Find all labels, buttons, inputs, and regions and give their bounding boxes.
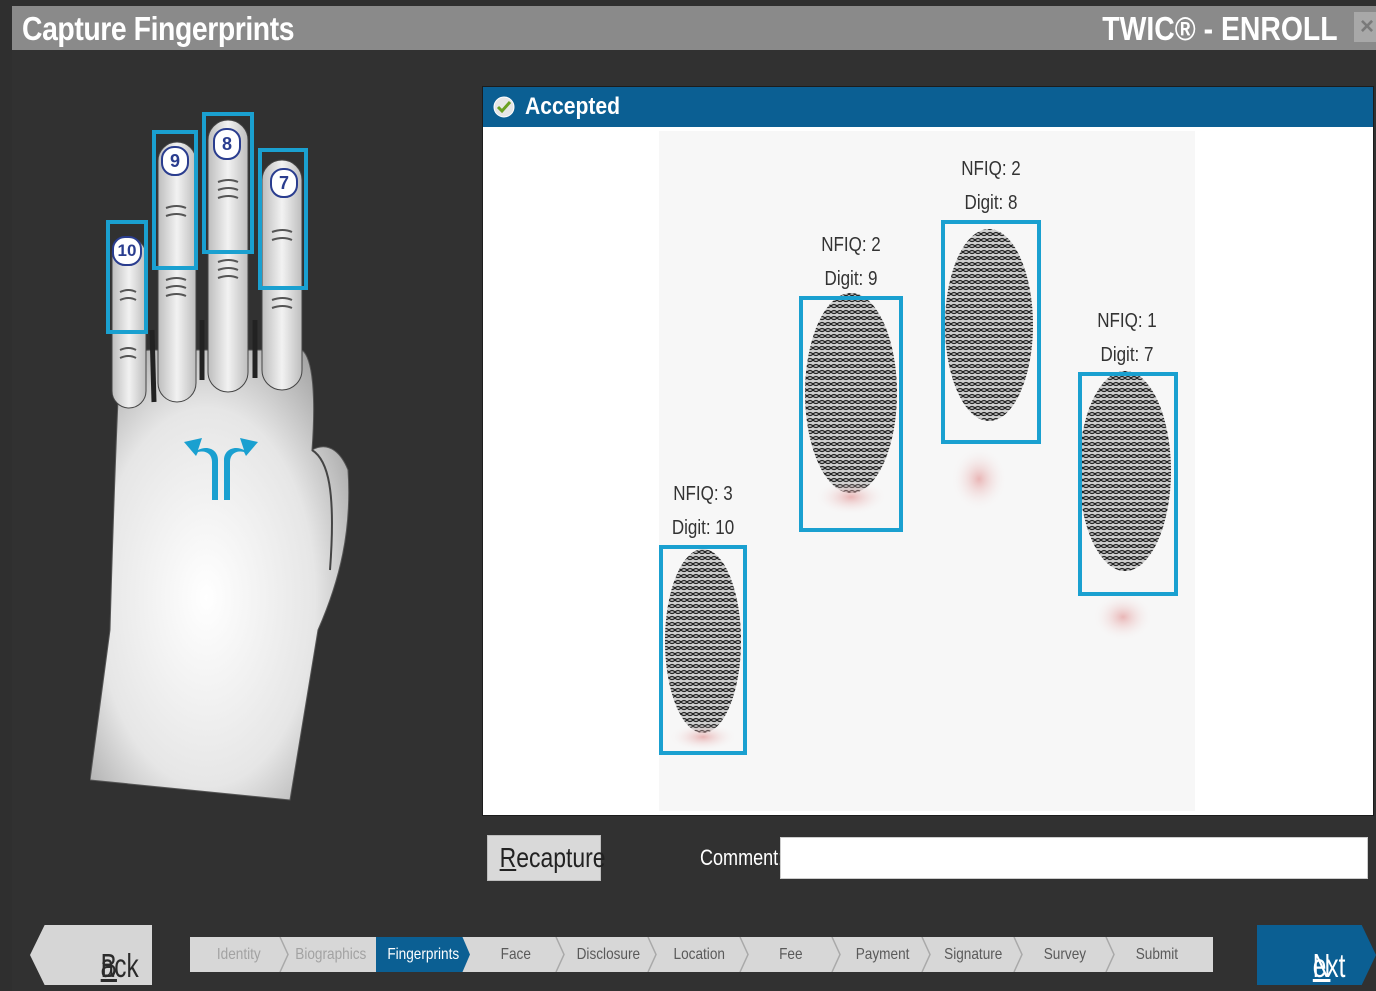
back-button[interactable]: Back — [30, 925, 152, 985]
step-label: Disclosure — [576, 946, 640, 963]
step-biographics[interactable]: Biographics — [282, 937, 380, 972]
step-separator-icon — [1105, 937, 1115, 972]
step-payment[interactable]: Payment — [836, 937, 930, 972]
digit-label: Digit: 10 — [671, 517, 735, 539]
fingerprint-digit-9 — [805, 293, 897, 515]
step-separator-icon — [279, 937, 289, 972]
step-label: Survey — [1043, 946, 1087, 963]
step-separator-icon — [831, 937, 841, 972]
step-label: Location — [673, 946, 725, 963]
step-survey[interactable]: Survey — [1018, 937, 1112, 972]
nfiq-score: NFIQ: 2 — [961, 158, 1021, 180]
digit-badge: 7 — [270, 168, 298, 198]
digit-badge: 8 — [213, 128, 241, 160]
nfiq-score: NFIQ: 3 — [673, 483, 733, 505]
step-label: Payment — [856, 946, 910, 963]
next-label: ext — [1312, 947, 1346, 984]
step-fingerprints[interactable]: Fingerprints — [376, 937, 470, 972]
app-brand: TWIC® - ENROLL — [1102, 10, 1338, 47]
step-separator-icon — [739, 937, 749, 972]
step-disclosure[interactable]: Disclosure — [560, 937, 656, 972]
nfiq-score: NFIQ: 2 — [821, 234, 881, 256]
back-label: ack — [100, 947, 139, 984]
nfiq-score: NFIQ: 1 — [1097, 310, 1157, 332]
fingerprint-digit-8 — [945, 229, 1033, 511]
step-separator-icon — [921, 937, 931, 972]
step-label: Face — [500, 946, 532, 963]
step-separator-icon — [555, 937, 565, 972]
comment-label: Comment: — [700, 845, 784, 870]
step-label: Identity — [217, 946, 261, 963]
recapture-label: ecapture — [516, 842, 606, 873]
digit-badge: 9 — [161, 146, 189, 176]
step-separator-icon — [1013, 937, 1023, 972]
fingerprint-viewer: Accepted NFIQ: 3 Digit: 10 NFIQ: 2 Digit… — [482, 86, 1374, 816]
recapture-mnemonic: R — [499, 842, 517, 873]
print-label-10: NFIQ: 3 Digit: 10 — [652, 477, 754, 545]
step-fee[interactable]: Fee — [744, 937, 838, 972]
fingerprint-digit-7 — [1079, 371, 1171, 641]
digit-label: Digit: 7 — [1100, 344, 1154, 366]
digit-label: Digit: 8 — [964, 192, 1018, 214]
print-label-9: NFIQ: 2 Digit: 9 — [800, 228, 902, 296]
step-location[interactable]: Location — [652, 937, 746, 972]
comment-input[interactable] — [780, 837, 1368, 879]
digit-badge: 10 — [112, 236, 142, 266]
print-label-8: NFIQ: 2 Digit: 8 — [940, 152, 1042, 220]
hand-diagram: 10 9 8 7 — [89, 110, 360, 810]
step-separator-icon — [647, 937, 657, 972]
close-button[interactable]: × — [1354, 12, 1376, 42]
step-label: Signature — [943, 946, 1003, 963]
step-submit[interactable]: Submit — [1110, 937, 1204, 972]
fingerprint-image — [659, 220, 1178, 755]
step-label: Fingerprints — [387, 946, 459, 963]
step-label: Submit — [1135, 946, 1179, 963]
fingerprint-digit-10 — [665, 549, 741, 751]
digit-label: Digit: 9 — [824, 268, 878, 290]
step-identity[interactable]: Identity — [190, 937, 288, 972]
step-label: Fee — [779, 946, 803, 963]
print-label-7: NFIQ: 1 Digit: 7 — [1076, 304, 1178, 372]
step-face[interactable]: Face — [468, 937, 564, 972]
progress-steps: Identity Biographics Fingerprints Face D… — [190, 937, 1213, 972]
next-button[interactable]: Next — [1257, 925, 1376, 985]
step-signature[interactable]: Signature — [926, 937, 1020, 972]
title-bar: Capture Fingerprints TWIC® - ENROLL × — [12, 6, 1376, 50]
step-label: Biographics — [295, 946, 367, 963]
page-title: Capture Fingerprints — [22, 10, 295, 47]
recapture-button[interactable]: Recapture — [487, 835, 606, 881]
